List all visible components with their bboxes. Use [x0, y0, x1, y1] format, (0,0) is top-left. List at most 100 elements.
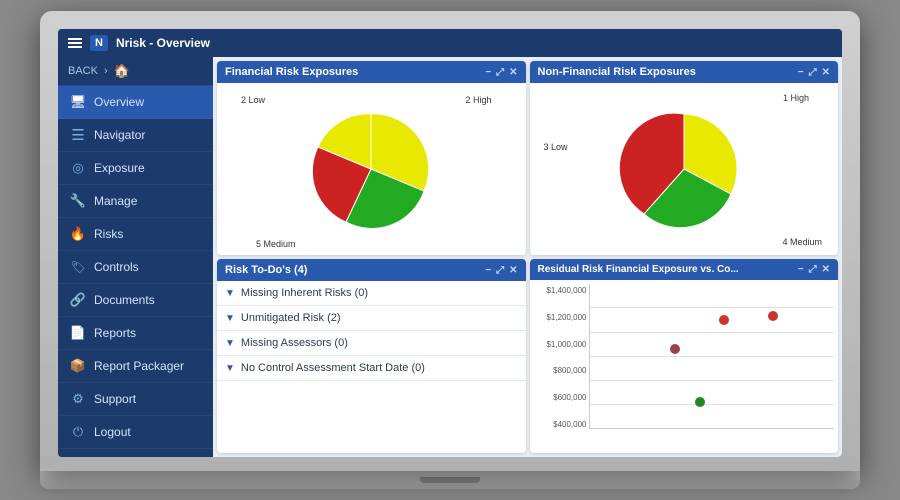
sidebar: BACK › 🏠 🖥 Overview ☰ — [58, 57, 213, 457]
app-title: Nrisk - Overview — [116, 36, 210, 50]
sidebar-item-documents[interactable]: 🔗 Documents — [58, 284, 213, 317]
sidebar-label-controls: Controls — [94, 260, 139, 274]
residual-risk-title: Residual Risk Financial Exposure vs. Co.… — [538, 264, 739, 275]
todo-minimize-btn[interactable]: − — [485, 265, 491, 276]
sidebar-item-reports[interactable]: 📄 Reports — [58, 317, 213, 350]
y-label-2: $1,000,000 — [534, 340, 587, 349]
financial-risk-body: 2 High 2 Low 5 Medium — [217, 83, 526, 255]
sidebar-item-report-packager[interactable]: 📦 Report Packager — [58, 350, 213, 383]
todo-item-1[interactable]: ▼ Unmitigated Risk (2) — [217, 306, 526, 331]
sidebar-item-navigator[interactable]: ☰ Navigator — [58, 119, 213, 152]
risk-todo-widget: Risk To-Do's (4) − ⤢ ✕ ▼ Miss — [217, 259, 526, 453]
sidebar-label-overview: Overview — [94, 95, 144, 109]
close-btn[interactable]: ✕ — [509, 67, 517, 78]
overview-icon: 🖥 — [70, 94, 86, 110]
financial-medium-label: 5 Medium — [256, 239, 296, 249]
scatter-dot-2 — [670, 344, 680, 354]
non-financial-risk-body: 1 High 3 Low 4 Medium — [530, 83, 839, 255]
sidebar-label-logout: Logout — [94, 425, 131, 439]
navigator-icon: ☰ — [70, 127, 86, 143]
financial-high-label: 2 High — [465, 95, 491, 105]
back-label: BACK — [68, 65, 98, 77]
chevron-down-icon-2: ▼ — [225, 338, 235, 349]
scatter-dot-0 — [719, 315, 729, 325]
minimize-btn[interactable]: − — [485, 67, 491, 78]
sidebar-label-support: Support — [94, 392, 136, 406]
sidebar-label-exposure: Exposure — [94, 161, 145, 175]
todo-item-2[interactable]: ▼ Missing Assessors (0) — [217, 331, 526, 356]
nfr-close-btn[interactable]: ✕ — [822, 67, 830, 78]
restore-btn[interactable]: ⤢ — [496, 67, 504, 78]
rr-restore-btn[interactable]: ⤢ — [809, 264, 817, 275]
sidebar-item-overview[interactable]: 🖥 Overview — [58, 86, 213, 119]
laptop-body: N Nrisk - Overview BACK › 🏠 — [40, 11, 860, 471]
todo-restore-btn[interactable]: ⤢ — [496, 265, 504, 276]
chevron-down-icon-0: ▼ — [225, 288, 235, 299]
scatter-chart: $1,400,000 $1,200,000 $1,000,000 $800,00… — [534, 284, 835, 449]
sidebar-item-exposure[interactable]: ◎ Exposure — [58, 152, 213, 185]
non-financial-pie-chart — [609, 104, 759, 234]
app-body: BACK › 🏠 🖥 Overview ☰ — [58, 57, 842, 457]
laptop-notch — [420, 477, 480, 483]
sidebar-navigation: 🖥 Overview ☰ Navigator ◎ Expo — [58, 86, 213, 449]
laptop-container: N Nrisk - Overview BACK › 🏠 — [20, 10, 880, 490]
report-packager-icon: 📦 — [70, 358, 86, 374]
scatter-plot-area — [589, 284, 835, 429]
reports-icon: 📄 — [70, 325, 86, 341]
todo-label-2: Missing Assessors (0) — [241, 337, 348, 349]
sidebar-label-risks: Risks — [94, 227, 123, 241]
financial-risk-title: Financial Risk Exposures — [225, 66, 358, 78]
risk-todo-body: ▼ Missing Inherent Risks (0) ▼ Unmitigat… — [217, 281, 526, 453]
sidebar-label-report-packager: Report Packager — [94, 359, 184, 373]
financial-risk-widget: Financial Risk Exposures − ⤢ ✕ — [217, 61, 526, 255]
chevron-right-icon: › — [104, 65, 108, 77]
todo-label-0: Missing Inherent Risks (0) — [241, 287, 368, 299]
grid-line-5 — [590, 404, 835, 405]
sidebar-label-navigator: Navigator — [94, 128, 145, 142]
manage-icon: 🔧 — [70, 193, 86, 209]
nfr-restore-btn[interactable]: ⤢ — [809, 67, 817, 78]
non-financial-pie-container: 1 High 3 Low 4 Medium — [534, 87, 835, 251]
screen: N Nrisk - Overview BACK › 🏠 — [58, 29, 842, 457]
non-financial-risk-controls: − ⤢ ✕ — [798, 67, 830, 78]
documents-icon: 🔗 — [70, 292, 86, 308]
laptop-base — [40, 471, 860, 489]
scatter-dot-3 — [695, 397, 705, 407]
todo-label-1: Unmitigated Risk (2) — [241, 312, 341, 324]
chevron-down-icon-1: ▼ — [225, 313, 235, 324]
risk-todo-controls: − ⤢ ✕ — [485, 265, 517, 276]
y-label-5: $400,000 — [534, 420, 587, 429]
y-label-0: $1,400,000 — [534, 286, 587, 295]
nfr-minimize-btn[interactable]: − — [798, 67, 804, 78]
sidebar-item-manage[interactable]: 🔧 Manage — [58, 185, 213, 218]
non-financial-risk-header: Non-Financial Risk Exposures − ⤢ ✕ — [530, 61, 839, 83]
financial-pie-chart — [296, 104, 446, 234]
todo-item-0[interactable]: ▼ Missing Inherent Risks (0) — [217, 281, 526, 306]
hamburger-icon[interactable] — [68, 38, 82, 48]
sidebar-item-controls[interactable]: 🏷 Controls — [58, 251, 213, 284]
sidebar-item-logout[interactable]: ⏻ Logout — [58, 416, 213, 449]
grid-line-3 — [590, 356, 835, 357]
residual-risk-body: $1,400,000 $1,200,000 $1,000,000 $800,00… — [530, 280, 839, 453]
scatter-dot-1 — [768, 311, 778, 321]
nfr-medium-label: 4 Medium — [782, 237, 822, 247]
rr-close-btn[interactable]: ✕ — [822, 264, 830, 275]
home-icon[interactable]: 🏠 — [114, 63, 130, 79]
rr-minimize-btn[interactable]: − — [798, 264, 804, 275]
grid-line-2 — [590, 332, 835, 333]
risks-icon: 🔥 — [70, 226, 86, 242]
residual-risk-widget: Residual Risk Financial Exposure vs. Co.… — [530, 259, 839, 453]
financial-risk-header: Financial Risk Exposures − ⤢ ✕ — [217, 61, 526, 83]
nfr-low-label: 3 Low — [544, 142, 568, 152]
sidebar-back[interactable]: BACK › 🏠 — [58, 57, 213, 86]
residual-risk-controls: − ⤢ ✕ — [798, 264, 830, 275]
sidebar-item-risks[interactable]: 🔥 Risks — [58, 218, 213, 251]
sidebar-item-support[interactable]: ⚙ Support — [58, 383, 213, 416]
sidebar-label-documents: Documents — [94, 293, 155, 307]
residual-risk-header: Residual Risk Financial Exposure vs. Co.… — [530, 259, 839, 280]
grid-line-4 — [590, 380, 835, 381]
todo-close-btn[interactable]: ✕ — [509, 265, 517, 276]
nfr-high-label: 1 High — [783, 93, 809, 103]
exposure-icon: ◎ — [70, 160, 86, 176]
todo-item-3[interactable]: ▼ No Control Assessment Start Date (0) — [217, 356, 526, 381]
